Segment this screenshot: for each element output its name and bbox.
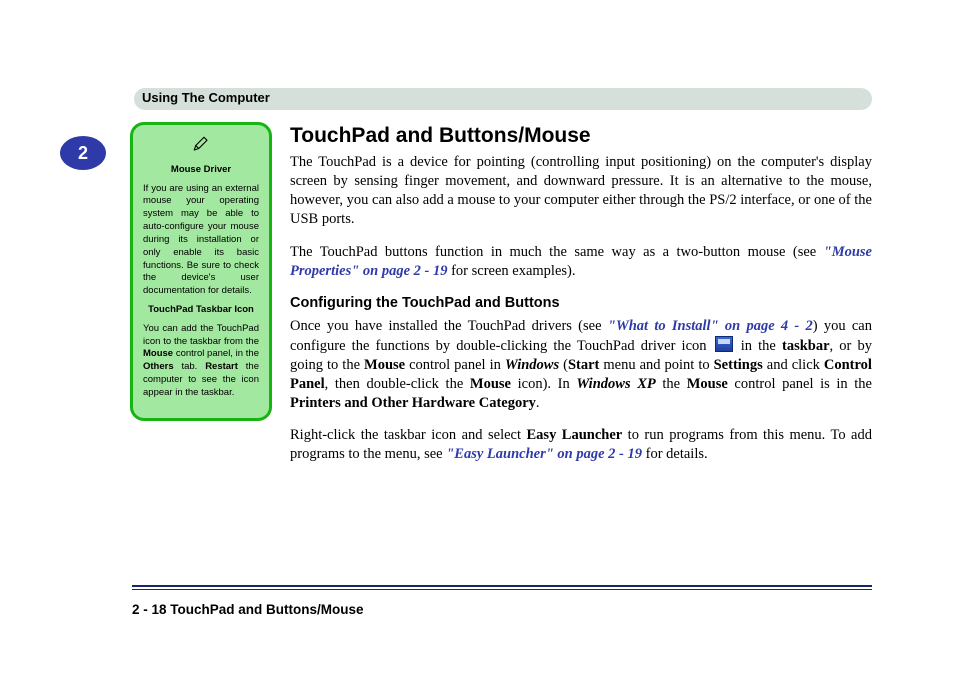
page: Using The Computer 2 Mouse Driver If you… — [0, 0, 954, 673]
config-paragraph: Once you have installed the TouchPad dri… — [290, 317, 872, 412]
sidebar-para-2: You can add the TouchPad icon to the tas… — [143, 323, 259, 400]
chapter-title: Using The Computer — [142, 90, 270, 105]
buttons-paragraph: The TouchPad buttons function in much th… — [290, 243, 872, 281]
intro-paragraph: The TouchPad is a device for pointing (c… — [290, 153, 872, 228]
footer-rule — [132, 585, 872, 590]
section-heading: Configuring the TouchPad and Buttons — [290, 294, 872, 313]
link-easy-launcher[interactable]: "Easy Launcher" on page 2 - 19 — [446, 446, 642, 462]
sidebar-note: Mouse Driver If you are using an externa… — [130, 122, 272, 421]
pencil-icon — [143, 135, 259, 158]
footer-text: 2 - 18 TouchPad and Buttons/Mouse — [132, 602, 872, 617]
main-content: TouchPad and Buttons/Mouse The TouchPad … — [290, 122, 872, 478]
sidebar-title-1: Mouse Driver — [143, 164, 259, 177]
link-what-to-install[interactable]: "What to Install" on page 4 - 2 — [608, 318, 813, 334]
touchpad-taskbar-icon — [715, 336, 733, 352]
easy-launcher-paragraph: Right-click the taskbar icon and select … — [290, 426, 872, 464]
chapter-header: Using The Computer — [130, 88, 872, 110]
chapter-number-oval: 2 — [60, 136, 106, 170]
content-columns: 2 Mouse Driver If you are using an exter… — [60, 122, 872, 478]
page-footer: 2 - 18 TouchPad and Buttons/Mouse — [132, 585, 872, 617]
page-title: TouchPad and Buttons/Mouse — [290, 122, 872, 149]
sidebar-title-2: TouchPad Taskbar Icon — [143, 304, 259, 317]
sidebar-para-1: If you are using an external mouse your … — [143, 183, 259, 298]
